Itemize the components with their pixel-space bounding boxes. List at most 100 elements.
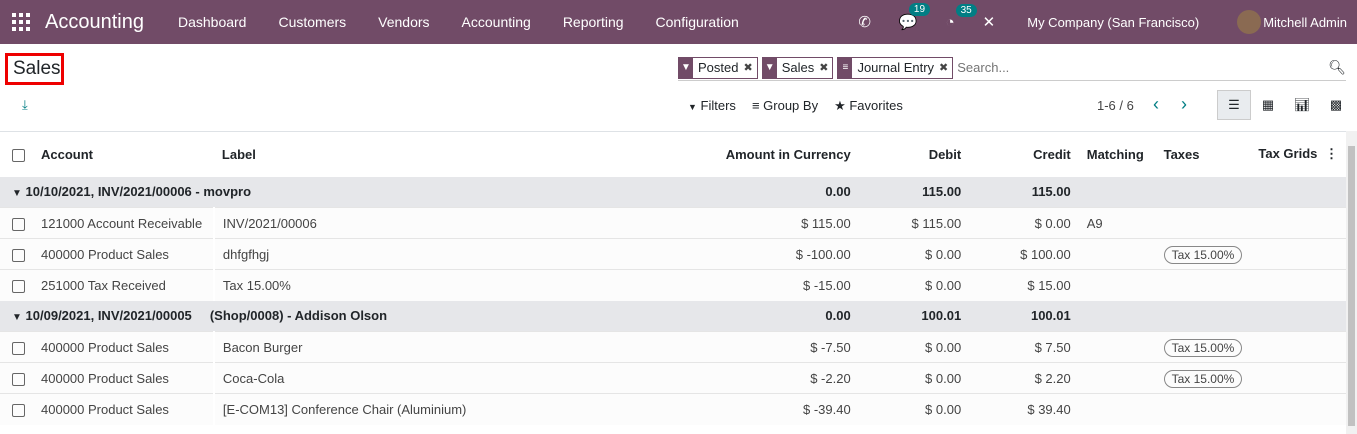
credit-cell: $ 0.00 xyxy=(969,207,1079,239)
table-row[interactable]: 400000 Product Sales Bacon Burger $ -7.5… xyxy=(0,331,1346,363)
pager-value[interactable]: 1-6 / 6 xyxy=(1097,98,1134,113)
account-cell: 400000 Product Sales xyxy=(33,238,214,270)
col-account[interactable]: Account xyxy=(33,132,214,177)
remove-facet-icon[interactable]: ✖ xyxy=(743,61,756,74)
col-amount-currency[interactable]: Amount in Currency xyxy=(718,132,859,177)
debit-cell: $ 0.00 xyxy=(858,362,970,394)
menu-vendors[interactable]: Vendors xyxy=(362,14,445,30)
credit-cell: $ 15.00 xyxy=(969,269,1079,301)
col-credit[interactable]: Credit xyxy=(969,132,1079,177)
table-row[interactable]: 400000 Product Sales dhfgfhgj $ -100.00 … xyxy=(0,238,1346,270)
row-checkbox[interactable] xyxy=(12,217,25,231)
filters-button[interactable]: ▼ Filters xyxy=(688,98,736,114)
table-row[interactable]: 400000 Product Sales Coca-Cola $ -2.20 $… xyxy=(0,362,1346,394)
row-checkbox[interactable] xyxy=(12,248,25,262)
group-icon: ≡ xyxy=(838,56,853,79)
tax-tag: Tax 15.00% xyxy=(1163,245,1243,264)
matching-cell xyxy=(1078,331,1156,363)
select-all-checkbox[interactable] xyxy=(12,148,25,162)
debit-cell: $ 0.00 xyxy=(858,238,970,270)
kebab-menu-icon[interactable]: ⋮ xyxy=(1325,146,1338,161)
debit-cell: $ 0.00 xyxy=(858,393,970,425)
journal-items-table: Account Label Amount in Currency Debit C… xyxy=(0,131,1346,425)
messages-badge: 19 xyxy=(908,3,931,16)
col-debit[interactable]: Debit xyxy=(859,132,969,177)
graph-view-icon[interactable]: 📊︎ xyxy=(1285,90,1319,120)
caret-down-icon: ▼ xyxy=(12,188,22,200)
label-cell: dhfgfhgj xyxy=(212,238,718,270)
label-cell: Bacon Burger xyxy=(212,331,718,363)
search-icon[interactable]: 🔍︎ xyxy=(1328,59,1346,76)
row-checkbox[interactable] xyxy=(12,403,25,417)
download-icon[interactable]: ⤓ xyxy=(22,97,28,113)
amount-cell: $ -15.00 xyxy=(717,269,859,301)
menu-dashboard[interactable]: Dashboard xyxy=(162,14,263,30)
col-matching[interactable]: Matching xyxy=(1079,132,1156,177)
favorites-button[interactable]: ★ Favorites xyxy=(834,98,903,114)
chevron-left-icon[interactable]: ‹ xyxy=(1153,94,1159,115)
menu-accounting[interactable]: Accounting xyxy=(446,14,547,30)
avatar[interactable] xyxy=(1237,10,1262,34)
account-cell: 121000 Account Receivable xyxy=(33,207,214,239)
matching-cell: A9 xyxy=(1078,207,1156,239)
col-taxes[interactable]: Taxes xyxy=(1156,132,1251,177)
top-navbar: Accounting Dashboard Customers Vendors A… xyxy=(0,0,1357,44)
debit-cell: $ 115.00 xyxy=(858,207,970,239)
messages-icon[interactable]: 💬 19 xyxy=(899,3,931,31)
kanban-view-icon[interactable]: ▩ xyxy=(1319,90,1353,120)
user-menu[interactable]: Mitchell Admin xyxy=(1263,15,1347,30)
credit-cell: $ 39.40 xyxy=(969,393,1079,425)
label-cell: Tax 15.00% xyxy=(212,269,718,301)
menu-reporting[interactable]: Reporting xyxy=(547,14,640,30)
row-checkbox[interactable] xyxy=(12,341,25,355)
amount-cell: $ -2.20 xyxy=(717,362,859,394)
credit-cell: $ 7.50 xyxy=(969,331,1079,363)
tax-tag: Tax 15.00% xyxy=(1163,338,1243,357)
credit-cell: $ 2.20 xyxy=(969,362,1079,394)
amount-cell: $ 115.00 xyxy=(717,207,859,239)
remove-facet-icon[interactable]: ✖ xyxy=(819,61,832,74)
list-view-icon[interactable]: ☰ xyxy=(1217,90,1251,120)
col-label[interactable]: Label xyxy=(214,132,718,177)
group-by-button[interactable]: ≡ Group By xyxy=(752,98,818,114)
amount-cell: $ -7.50 xyxy=(717,331,859,363)
matching-cell xyxy=(1078,393,1156,425)
activities-icon[interactable]: ◔ 35 xyxy=(946,3,977,31)
account-cell: 400000 Product Sales xyxy=(33,393,214,425)
debit-cell: $ 0.00 xyxy=(858,331,970,363)
menu-customers[interactable]: Customers xyxy=(262,14,362,30)
scrollbar[interactable] xyxy=(1346,131,1357,434)
filter-icon: ▼ xyxy=(762,56,777,79)
filter-icon: ▼ xyxy=(679,56,693,79)
activities-badge: 35 xyxy=(955,3,977,17)
pivot-view-icon[interactable]: ▦ xyxy=(1251,90,1285,120)
row-checkbox[interactable] xyxy=(12,279,25,293)
phone-icon[interactable]: ✆ xyxy=(858,13,871,31)
apps-menu-icon[interactable] xyxy=(12,13,30,31)
filter-icon: ▼ xyxy=(688,102,697,112)
debug-tools-icon[interactable]: ✕ xyxy=(983,13,996,31)
company-switcher[interactable]: My Company (San Francisco) xyxy=(1027,15,1199,30)
table-row[interactable]: 121000 Account Receivable INV/2021/00006… xyxy=(0,207,1346,239)
credit-cell: $ 100.00 xyxy=(969,238,1079,270)
group-name: 10/10/2021, INV/2021/00006 - movpro xyxy=(25,184,252,200)
table-row[interactable]: 400000 Product Sales [E-COM13] Conferenc… xyxy=(0,393,1346,425)
menu-configuration[interactable]: Configuration xyxy=(640,14,755,30)
chevron-right-icon[interactable]: › xyxy=(1181,94,1187,115)
amount-cell: $ -100.00 xyxy=(717,238,859,270)
debit-cell: $ 0.00 xyxy=(858,269,970,301)
group-name: 10/09/2021, INV/2021/00005 (Shop/0008) -… xyxy=(25,308,388,324)
group-row[interactable]: ▼ 10/10/2021, INV/2021/00006 - movpro 0.… xyxy=(0,176,1346,208)
remove-facet-icon[interactable]: ✖ xyxy=(939,61,952,74)
row-checkbox[interactable] xyxy=(12,372,25,386)
app-name[interactable]: Accounting xyxy=(45,11,144,34)
account-cell: 400000 Product Sales xyxy=(33,331,214,363)
matching-cell xyxy=(1078,362,1156,394)
account-cell: 400000 Product Sales xyxy=(33,362,214,394)
search-input[interactable] xyxy=(957,60,1346,75)
col-tax-grids[interactable]: Tax Grids xyxy=(1258,146,1317,161)
facet-sales: ▼ Sales ✖ xyxy=(761,56,834,79)
group-row[interactable]: ▼ 10/09/2021, INV/2021/00005 (Shop/0008)… xyxy=(0,300,1346,332)
table-row[interactable]: 251000 Tax Received Tax 15.00% $ -15.00 … xyxy=(0,269,1346,301)
facet-journal-entry: ≡ Journal Entry ✖ xyxy=(837,56,954,79)
